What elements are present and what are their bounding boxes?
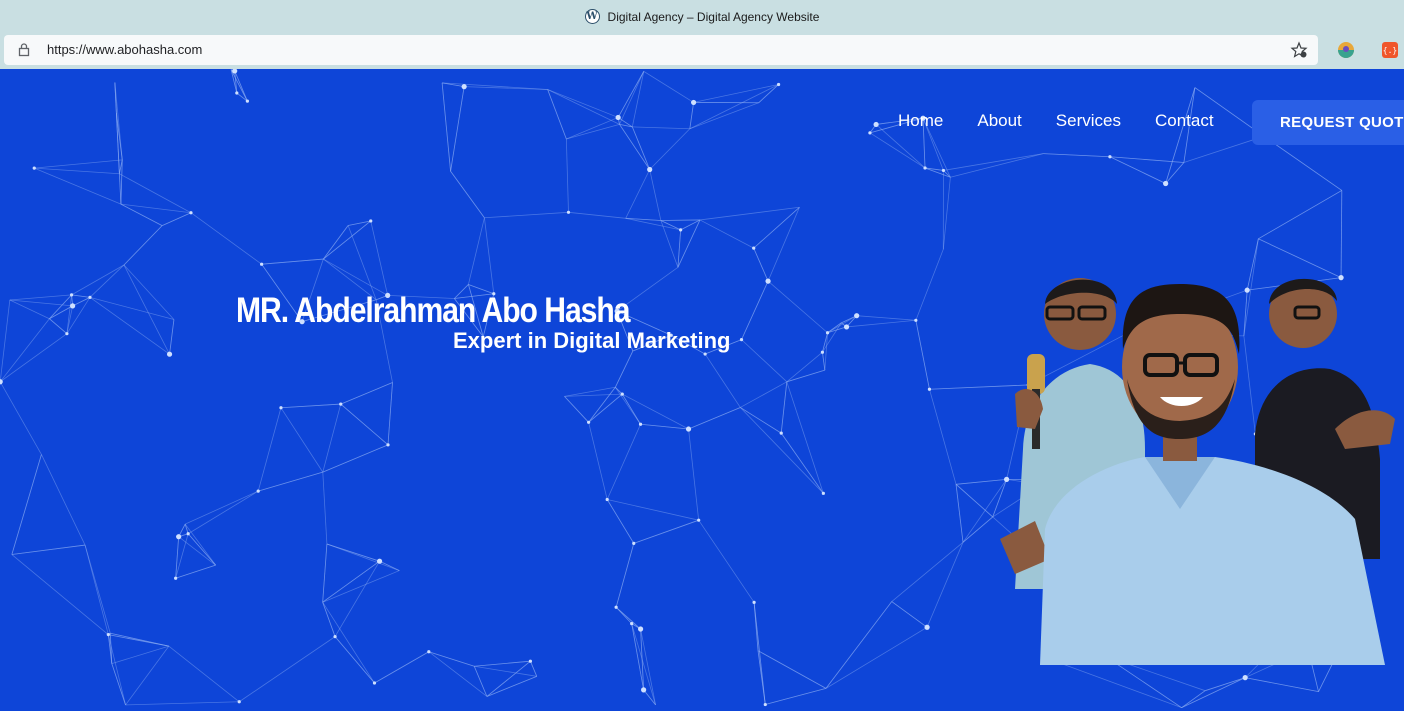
nav-home-link[interactable]: Home xyxy=(898,101,943,141)
url-text[interactable]: https://www.abohasha.com xyxy=(47,42,202,57)
lock-icon xyxy=(18,42,30,60)
browser-title-bar: W Digital Agency – Digital Agency Websit… xyxy=(0,0,1404,33)
developer-extension-icon[interactable]: {.} xyxy=(1382,42,1398,58)
address-bar[interactable]: https://www.abohasha.com xyxy=(4,35,1318,65)
request-quote-button[interactable]: REQUEST QUOTE xyxy=(1252,100,1404,145)
hero-section: Home About Services Contact REQUEST QUOT… xyxy=(0,69,1404,711)
nav-contact-link[interactable]: Contact xyxy=(1155,101,1214,141)
hero-subtitle: Expert in Digital Marketing xyxy=(453,328,731,353)
tab-title: Digital Agency – Digital Agency Website xyxy=(607,9,820,24)
hero-name: MR. Abdelrahman Abo Hasha xyxy=(236,291,630,330)
profile-photo xyxy=(1000,278,1395,665)
nav-about-link[interactable]: About xyxy=(977,101,1021,141)
bookmark-star-icon[interactable] xyxy=(1290,41,1308,62)
main-nav: Home About Services Contact xyxy=(898,101,1248,141)
nav-services-link[interactable]: Services xyxy=(1056,101,1121,141)
extension-icon[interactable] xyxy=(1337,41,1355,64)
wordpress-icon: W xyxy=(584,9,600,24)
